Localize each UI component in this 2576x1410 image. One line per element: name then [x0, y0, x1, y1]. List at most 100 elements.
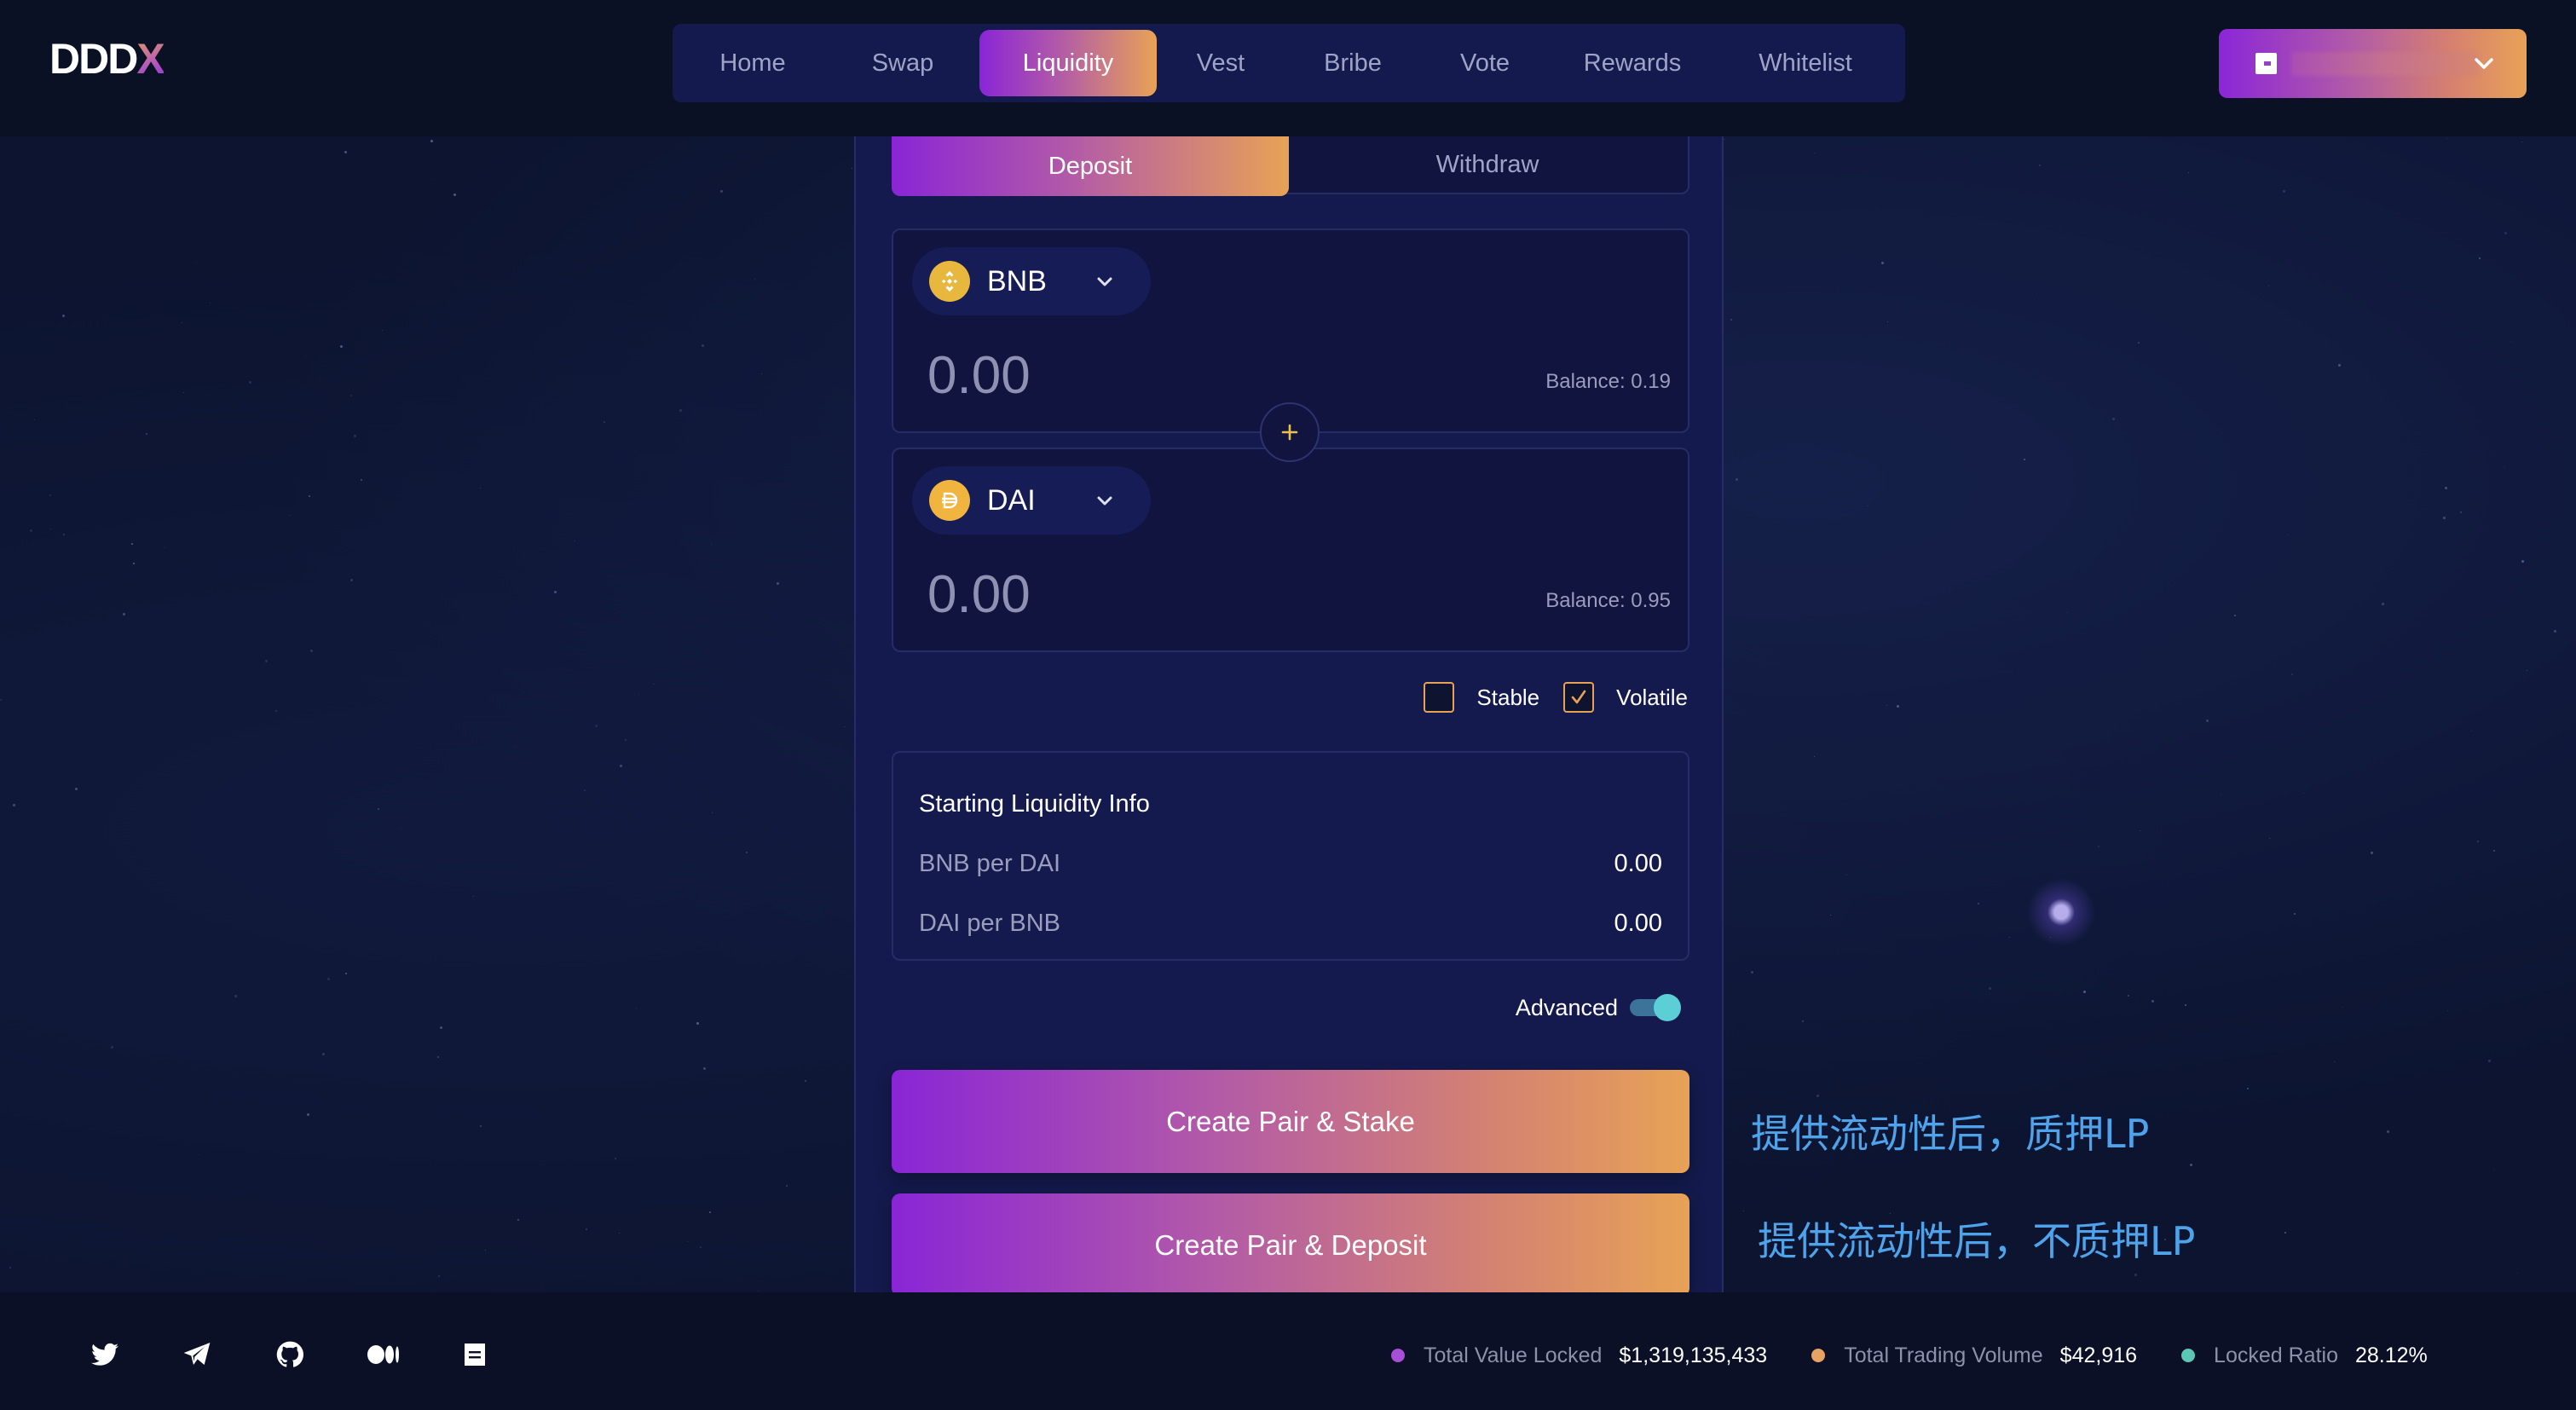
star [2446, 138, 2447, 139]
medium-icon[interactable] [367, 1340, 401, 1369]
main-nav: Home Swap Liquidity Vest Bribe Vote Rewa… [673, 24, 1905, 102]
token-b-panel: DAI Balance: 0.95 [892, 448, 1689, 652]
token-b-amount-input[interactable] [927, 560, 1354, 628]
volatile-checkbox[interactable] [1563, 682, 1595, 713]
star [2039, 165, 2041, 166]
nav-liquidity[interactable]: Liquidity [979, 30, 1157, 96]
star [586, 1228, 587, 1230]
deposit-annotation: 提供流动性后，不质押LP [1758, 1218, 2196, 1264]
token-b-symbol: DAI [987, 484, 1036, 517]
star [584, 789, 586, 791]
star [696, 1022, 699, 1025]
star [310, 650, 313, 652]
tab-deposit[interactable]: Deposit [892, 136, 1289, 196]
star [2247, 1088, 2249, 1089]
star [290, 515, 291, 516]
star [1816, 1095, 1819, 1097]
star [340, 345, 343, 348]
stable-checkbox[interactable] [1424, 682, 1455, 713]
star [2188, 172, 2189, 173]
docs-icon[interactable] [460, 1340, 489, 1369]
info-title: Starting Liquidity Info [919, 790, 1150, 818]
logo-text: DDD [49, 35, 138, 83]
advanced-toggle[interactable] [1630, 993, 1681, 1022]
twitter-icon[interactable] [90, 1340, 119, 1369]
star [709, 1211, 711, 1213]
stat-label: Total Value Locked [1424, 1343, 1603, 1367]
plus-icon [1260, 402, 1320, 462]
star [2477, 841, 2479, 842]
star [1978, 903, 1979, 904]
star [473, 896, 474, 897]
star [2554, 630, 2556, 633]
star [2479, 257, 2481, 259]
create-pair-stake-button[interactable]: Create Pair & Stake [892, 1070, 1689, 1173]
chevron-down-icon [1093, 269, 1117, 293]
stable-label: Stable [1476, 684, 1540, 710]
github-icon[interactable] [275, 1340, 304, 1369]
star [758, 1291, 759, 1292]
star [620, 765, 622, 767]
star [1897, 705, 1899, 708]
token-a-selector[interactable]: BNB [912, 247, 1151, 315]
star [2504, 466, 2505, 467]
star [1814, 756, 1815, 757]
wallet-icon [2255, 53, 2277, 74]
star [2516, 1273, 2517, 1274]
star [111, 1046, 113, 1049]
token-b-balance[interactable]: Balance: 0.95 [1545, 589, 1671, 613]
token-b-selector[interactable]: DAI [912, 466, 1151, 535]
token-a-amount-input[interactable] [927, 341, 1354, 409]
star [123, 613, 125, 615]
star [2445, 487, 2447, 489]
nav-bribe[interactable]: Bribe [1285, 30, 1421, 96]
star [2493, 850, 2495, 852]
star [653, 684, 654, 685]
nav-rewards[interactable]: Rewards [1549, 30, 1716, 96]
star [702, 344, 704, 347]
nav-swap[interactable]: Swap [826, 30, 979, 96]
star [13, 804, 15, 806]
star [2382, 603, 2384, 605]
wallet-address: 0x12…3456 [2291, 52, 2479, 76]
star [75, 788, 78, 790]
star [2151, 1000, 2154, 1003]
star [2206, 719, 2209, 722]
star [354, 435, 356, 437]
star [438, 1275, 440, 1277]
star [712, 812, 713, 813]
toggle-knob [1654, 994, 1681, 1021]
telegram-icon[interactable] [182, 1340, 211, 1369]
stat-dot [1811, 1349, 1826, 1362]
star [746, 852, 748, 853]
info-row-label: BNB per DAI [919, 850, 1060, 877]
star [615, 1158, 616, 1159]
nav-vest[interactable]: Vest [1157, 30, 1285, 96]
star [309, 495, 310, 497]
nav-vote[interactable]: Vote [1421, 30, 1549, 96]
star [517, 1219, 519, 1221]
info-row: BNB per DAI 0.00 [919, 850, 1662, 884]
nav-home[interactable]: Home [679, 30, 826, 96]
star [2303, 793, 2304, 794]
stat-trading-volume: Total Trading Volume $42,916 [1811, 1344, 2137, 1368]
stat-value: $42,916 [2059, 1343, 2138, 1367]
star [9, 1267, 11, 1268]
token-a-balance[interactable]: Balance: 0.19 [1545, 370, 1671, 394]
wallet-button[interactable]: 0x12…3456 [2219, 29, 2527, 98]
star [619, 1233, 620, 1234]
star [2234, 615, 2236, 616]
star [1730, 319, 1732, 321]
nav-whitelist[interactable]: Whitelist [1716, 30, 1895, 96]
star [1736, 478, 1738, 481]
star [2138, 342, 2140, 344]
chevron-down-icon [2472, 51, 2496, 75]
star [2134, 1274, 2137, 1276]
star [2185, 1004, 2186, 1006]
star [604, 421, 605, 423]
star [322, 1053, 325, 1055]
create-pair-deposit-button[interactable]: Create Pair & Deposit [892, 1193, 1689, 1292]
star [2112, 418, 2115, 420]
tab-withdraw[interactable]: Withdraw [1289, 136, 1686, 193]
logo[interactable]: DDDX [49, 35, 165, 83]
